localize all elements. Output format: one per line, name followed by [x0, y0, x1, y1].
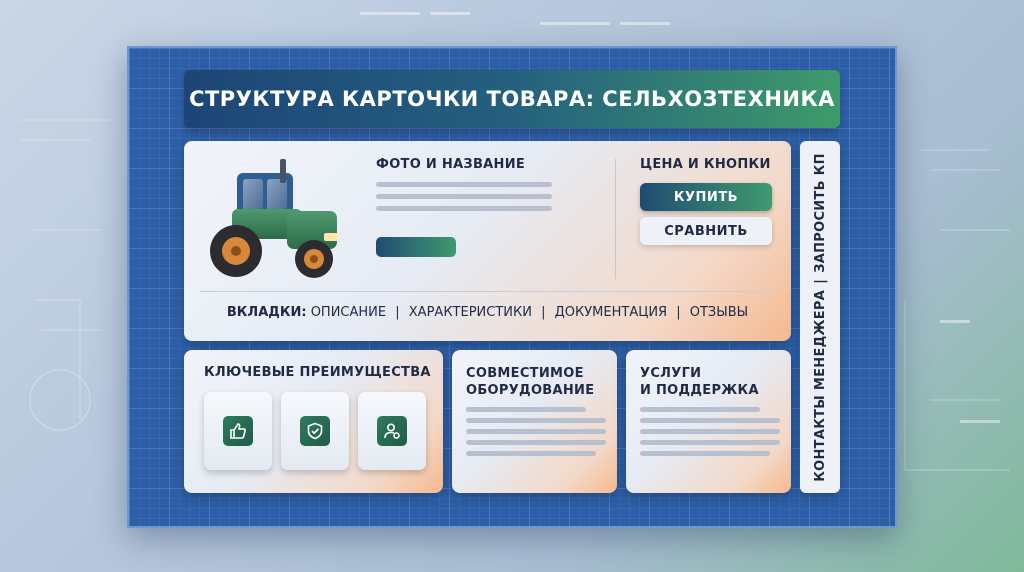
product-main-card: ФОТО И НАЗВАНИЕ ЦЕНА И КНОПКИ КУПИТЬ СРА…	[184, 141, 791, 341]
tab-description[interactable]: ОПИСАНИЕ	[311, 305, 386, 320]
tab-separator: |	[676, 305, 681, 320]
services-heading: УСЛУГИ И ПОДДЕРЖКА	[640, 365, 759, 399]
side-separator: |	[812, 278, 828, 284]
tractor-icon	[210, 159, 338, 278]
compare-button[interactable]: СРАВНИТЬ	[640, 217, 772, 245]
request-quote-label[interactable]: ЗАПРОСИТЬ КП	[813, 153, 828, 273]
divider	[200, 291, 775, 292]
text-placeholder-line	[640, 451, 770, 456]
text-placeholder-line	[466, 429, 606, 434]
tab-separator: |	[395, 305, 400, 320]
page-title: СТРУКТУРА КАРТОЧКИ ТОВАРА: СЕЛЬХОЗТЕХНИК…	[189, 87, 835, 111]
tabs-label: ВКЛАДКИ:	[226, 305, 307, 320]
shield-check-icon	[307, 422, 323, 440]
advantages-heading: КЛЮЧЕВЫЕ ПРЕИМУЩЕСТВА	[204, 365, 431, 380]
divider	[615, 159, 616, 279]
advantage-tile	[358, 392, 426, 470]
tab-reviews[interactable]: ОТЗЫВЫ	[690, 305, 748, 320]
services-heading-line2: И ПОДДЕРЖКА	[640, 383, 759, 398]
advantage-tile	[204, 392, 272, 470]
tab-specifications[interactable]: ХАРАКТЕРИСТИКИ	[409, 305, 532, 320]
buy-button[interactable]: КУПИТЬ	[640, 183, 772, 211]
text-placeholder-line	[466, 451, 596, 456]
text-placeholder-line	[376, 194, 552, 199]
text-placeholder-line	[466, 440, 606, 445]
side-panel-text: КОНТАКТЫ МЕНЕДЖЕРА | ЗАПРОСИТЬ КП	[813, 153, 828, 482]
user-settings-icon	[384, 423, 400, 439]
highlight-bar	[376, 237, 456, 257]
text-placeholder-line	[376, 182, 552, 187]
services-support-card: УСЛУГИ И ПОДДЕРЖКА	[626, 350, 791, 493]
compatible-heading-line1: СОВМЕСТИМОЕ	[466, 366, 584, 381]
tab-separator: |	[541, 305, 546, 320]
title-bar: СТРУКТУРА КАРТОЧКИ ТОВАРА: СЕЛЬХОЗТЕХНИК…	[184, 70, 840, 128]
tabs-row: ВКЛАДКИ: ОПИСАНИЕ | ХАРАКТЕРИСТИКИ | ДОК…	[184, 305, 791, 320]
text-placeholder-line	[640, 440, 780, 445]
compatible-equipment-card: СОВМЕСТИМОЕ ОБОРУДОВАНИЕ	[452, 350, 617, 493]
tab-documentation[interactable]: ДОКУМЕНТАЦИЯ	[555, 305, 667, 320]
manager-contacts-label[interactable]: КОНТАКТЫ МЕНЕДЖЕРА	[813, 289, 828, 481]
thumbs-up-icon	[230, 423, 246, 439]
text-placeholder-line	[640, 418, 780, 423]
text-placeholder-line	[640, 429, 780, 434]
compatible-heading-line2: ОБОРУДОВАНИЕ	[466, 383, 595, 398]
text-placeholder-line	[376, 206, 552, 211]
text-placeholder-line	[640, 407, 760, 412]
services-heading-line1: УСЛУГИ	[640, 366, 702, 381]
advantages-card: КЛЮЧЕВЫЕ ПРЕИМУЩЕСТВА	[184, 350, 443, 493]
photo-name-heading: ФОТО И НАЗВАНИЕ	[376, 157, 526, 172]
compatible-heading: СОВМЕСТИМОЕ ОБОРУДОВАНИЕ	[466, 365, 594, 399]
text-placeholder-line	[466, 418, 606, 423]
text-placeholder-line	[466, 407, 586, 412]
manager-contacts-panel[interactable]: КОНТАКТЫ МЕНЕДЖЕРА | ЗАПРОСИТЬ КП	[800, 141, 840, 493]
price-buttons-heading: ЦЕНА И КНОПКИ	[640, 157, 771, 172]
advantage-tile	[281, 392, 349, 470]
